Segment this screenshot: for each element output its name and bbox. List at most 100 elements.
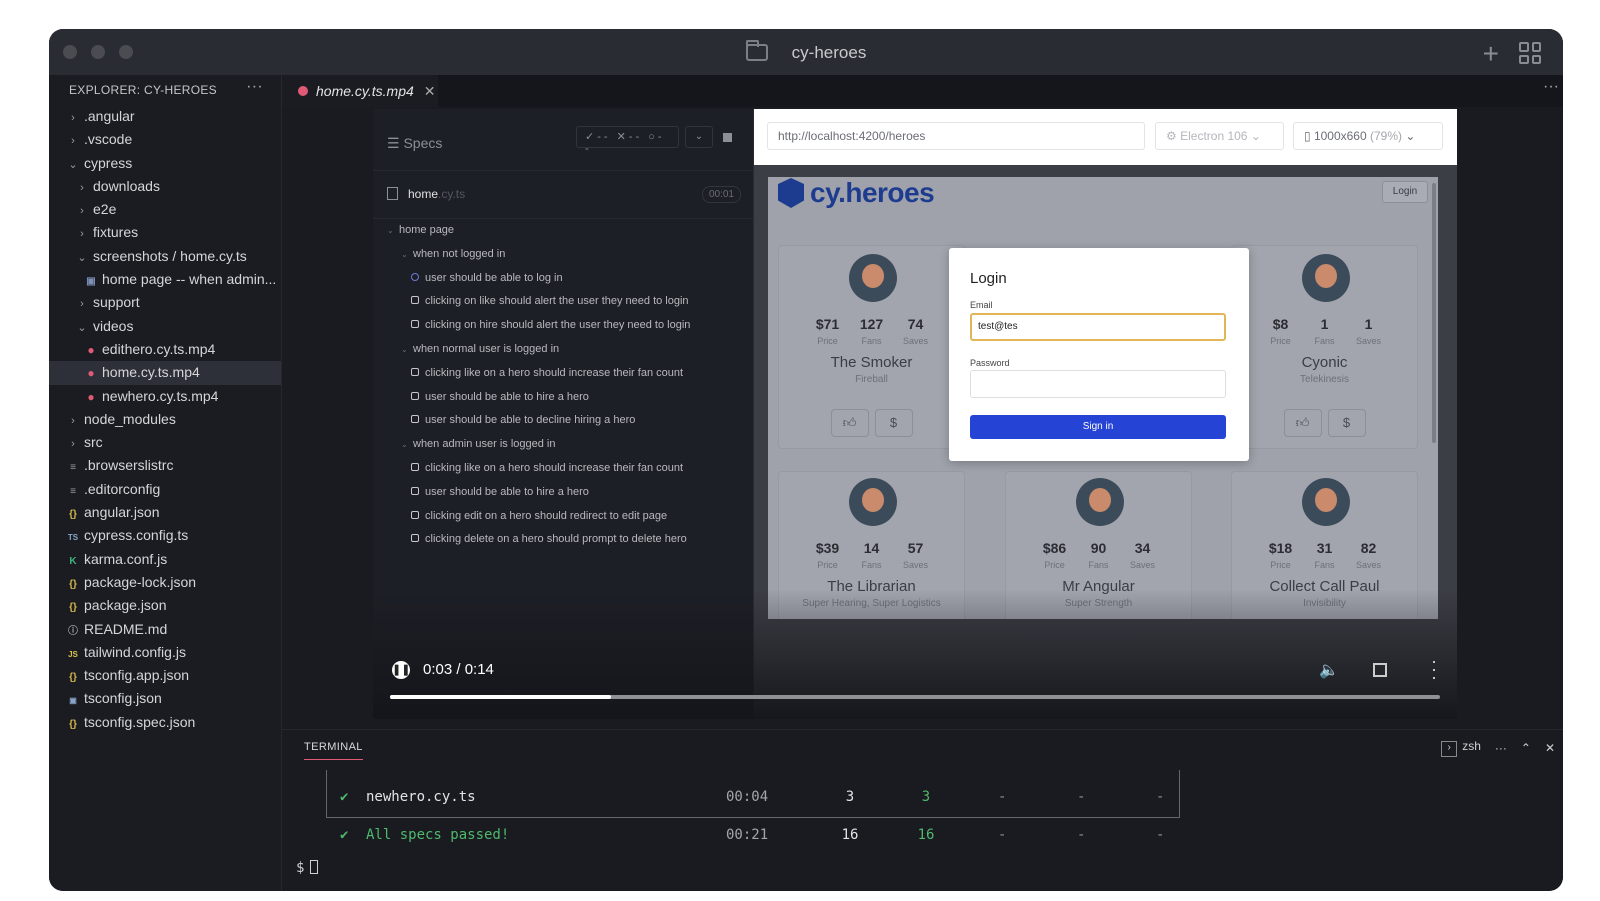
explorer-item-label: node_modules xyxy=(84,410,176,427)
explorer-item[interactable]: Kkarma.conf.js xyxy=(49,548,281,571)
explorer-item-label: tsconfig.json xyxy=(84,690,162,707)
explorer-item[interactable]: {} tsconfig.app.json xyxy=(49,664,281,687)
test-status-icon xyxy=(411,510,419,519)
test-status-icon xyxy=(411,320,419,329)
pending-count: - xyxy=(1077,789,1086,805)
explorer-item[interactable]: ≡ .browserslistrc xyxy=(49,454,281,477)
explorer-item-label: cypress xyxy=(84,154,133,171)
explorer-item[interactable]: › .vscode xyxy=(49,128,281,151)
player-controls: ❚❚ 0:03 / 0:14 🔈 · · · xyxy=(373,649,1457,719)
editor-area: home.cy.ts.mp4 ✕ ··· ☰ Specs ✓-- ✕-- ○--… xyxy=(282,75,1563,729)
explorer-item[interactable]: › node_modules xyxy=(49,408,281,431)
explorer-item[interactable]: {} tsconfig.spec.json xyxy=(49,711,281,734)
terminal-panel: TERMINAL zsh ··· ⌃ ✕ ✔ newhero.cy.ts 00:04… xyxy=(282,729,1563,891)
new-window-button[interactable]: + xyxy=(1483,38,1499,70)
video-player[interactable]: ☰ Specs ✓-- ✕-- ○-- ⌄ home.cy.ts 00:01 ⌄… xyxy=(373,109,1457,719)
more-options-icon[interactable]: · · · xyxy=(1431,652,1437,686)
hero-stats: $8 1 1 xyxy=(1272,316,1373,332)
test-title: when admin user is logged in xyxy=(413,438,556,451)
hero-actions: 👍︎ $ xyxy=(1232,409,1417,437)
file-tree: › .angular › .vscode ⌄ cypress › downloads › e2e ›… xyxy=(49,105,281,734)
hero-actions: 👍︎ $ xyxy=(779,409,964,437)
spec-file-row: home.cy.ts 00:01 xyxy=(373,171,753,219)
explorer-item[interactable]: › .angular xyxy=(49,105,281,128)
chevron-down-icon: ⌄ xyxy=(77,321,87,334)
explorer-item[interactable]: ● edithero.cy.ts.mp4 xyxy=(49,338,281,361)
tab-terminal[interactable]: TERMINAL xyxy=(304,741,363,760)
close-tab-button[interactable]: ✕ xyxy=(424,83,436,100)
terminal-more-button[interactable]: ··· xyxy=(1495,741,1507,755)
test-case-row: clicking edit on a hero should redirect … xyxy=(373,505,753,529)
chevron-right-icon: › xyxy=(80,205,84,218)
test-case-row: user should be able to hire a hero xyxy=(373,386,753,410)
shell-selector[interactable]: zsh xyxy=(1441,739,1481,757)
explorer-item-label: angular.json xyxy=(84,504,160,521)
seek-bar[interactable] xyxy=(390,695,1440,699)
explorer-item[interactable]: ▣ tsconfig.json xyxy=(49,687,281,710)
spec-name: All specs passed! xyxy=(366,827,510,843)
spec-time: 00:04 xyxy=(726,789,769,805)
explorer-item[interactable]: {} package-lock.json xyxy=(49,571,281,594)
tab-more-button[interactable]: ··· xyxy=(1543,78,1559,96)
hero-avatar xyxy=(1302,478,1350,526)
password-field xyxy=(970,370,1226,398)
explorer-item-selected[interactable]: ● home.cy.ts.mp4 xyxy=(49,361,281,385)
layout-grid-icon[interactable] xyxy=(1519,42,1541,64)
passing-count: 16 xyxy=(917,827,935,843)
tests-count: 16 xyxy=(841,827,859,843)
test-tree: ⌄ home page ⌄ when not logged in user should… xyxy=(373,219,753,552)
volume-icon[interactable]: 🔈 xyxy=(1319,660,1339,680)
fullscreen-icon[interactable] xyxy=(1373,663,1387,677)
explorer-item[interactable]: {} package.json xyxy=(49,594,281,617)
explorer-item-label: newhero.cy.ts.mp4 xyxy=(102,387,219,404)
terminal-prompt[interactable]: $ xyxy=(296,860,319,876)
chevron-down-icon: ⌄ xyxy=(401,344,408,354)
login-button: Login xyxy=(1382,181,1428,203)
test-case-row: clicking on like should alert the user t… xyxy=(373,290,753,314)
explorer-item[interactable]: ● newhero.cy.ts.mp4 xyxy=(49,385,281,408)
explorer-item[interactable]: › downloads xyxy=(49,175,281,198)
info-file-icon: ⓘ xyxy=(68,625,78,637)
explorer-item-label: package.json xyxy=(84,597,167,614)
explorer-item[interactable]: {} angular.json xyxy=(49,501,281,524)
hero-stat-labels: Price Fans Saves xyxy=(1270,560,1381,570)
explorer-item[interactable]: ⌄ videos xyxy=(49,315,281,338)
explorer-item-label: tsconfig.app.json xyxy=(84,667,190,684)
viewport-info: ▯ 1000x660 (79%) ⌄ xyxy=(1293,122,1443,150)
explorer-item[interactable]: ≡ .editorconfig xyxy=(49,478,281,501)
json-file-icon: {} xyxy=(69,578,77,590)
editor-window: cy-heroes + EXPLORER: CY-HEROES ··· › .an… xyxy=(49,29,1563,891)
explorer-item[interactable]: › fixtures xyxy=(49,221,281,244)
explorer-item[interactable]: ⓘ README.md xyxy=(49,618,281,641)
explorer-item[interactable]: › src xyxy=(49,431,281,454)
explorer-sidebar: EXPLORER: CY-HEROES ··· › .angular › .vscod… xyxy=(49,75,282,891)
test-title: clicking edit on a hero should redirect … xyxy=(425,509,668,522)
chevron-down-icon: ⌄ xyxy=(68,158,78,171)
explorer-item[interactable]: › e2e xyxy=(49,198,281,221)
explorer-item[interactable]: TS cypress.config.ts xyxy=(49,524,281,547)
explorer-item[interactable]: ▣ home page -- when admin... xyxy=(49,268,281,291)
spec-duration: 00:01 xyxy=(701,186,741,203)
hero-stat-labels: Price Fans Saves xyxy=(817,560,928,570)
chevron-down-icon: ⌄ xyxy=(77,251,87,264)
maximize-panel-icon[interactable]: ⌃ xyxy=(1521,741,1531,755)
close-panel-icon[interactable]: ✕ xyxy=(1545,741,1555,755)
explorer-item-label: .browserslistrc xyxy=(84,457,174,474)
explorer-item-label: tailwind.config.js xyxy=(84,643,186,660)
explorer-more-button[interactable]: ··· xyxy=(246,78,263,96)
explorer-item-label: fixtures xyxy=(93,224,139,241)
sign-in-button: Sign in xyxy=(970,415,1226,439)
explorer-item[interactable]: ⌄ cypress xyxy=(49,152,281,175)
json-file-icon: {} xyxy=(69,672,77,684)
tab-home-video[interactable]: home.cy.ts.mp4 ✕ xyxy=(282,75,438,107)
test-suite-row: ⌄ home page xyxy=(373,219,753,243)
run-stats-controls: ✓-- ✕-- ○-- xyxy=(576,126,679,155)
explorer-item[interactable]: › support xyxy=(49,291,281,314)
hero-avatar xyxy=(849,478,897,526)
explorer-item[interactable]: JS tailwind.config.js xyxy=(49,641,281,664)
hero-card: $8 1 1 Price Fans Saves Cyonic Telekinesis 👍︎ $ xyxy=(1231,245,1418,449)
play-pause-button[interactable]: ❚❚ xyxy=(392,661,410,679)
stop-icon xyxy=(723,133,732,142)
running-test-icon xyxy=(411,272,419,281)
explorer-item[interactable]: ⌄ screenshots / home.cy.ts xyxy=(49,245,281,268)
